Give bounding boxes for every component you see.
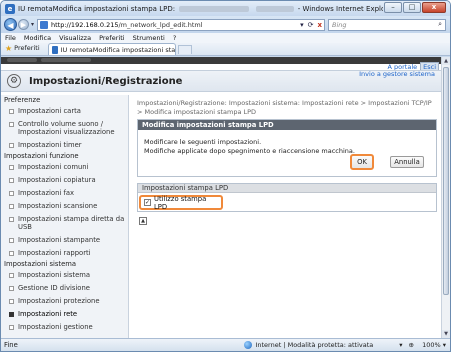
sidebar-item-impostazioni-stampante[interactable]: Impostazioni stampante: [1, 236, 128, 244]
sidebar-item-impostazioni-scansione[interactable]: Impostazioni scansione: [1, 202, 128, 210]
redacted-text: [7, 58, 37, 62]
maximize-button[interactable]: □: [403, 2, 421, 13]
page-icon: [40, 20, 49, 29]
back-to-top-icon[interactable]: ▲: [139, 217, 147, 225]
modify-panel-header: Modifica impostazioni stampa LPD: [138, 120, 436, 130]
modify-message-line2: Modifiche applicate dopo spegnimento e r…: [144, 147, 355, 155]
breadcrumb: Impostazioni/Registrazione: Impostazioni…: [137, 99, 432, 116]
browser-window: e IU remotaModifica impostazioni stampa …: [0, 0, 451, 352]
modify-message-line1: Modificare le seguenti impostazioni.: [144, 138, 262, 146]
favorites-label: Preferiti: [14, 44, 40, 52]
window-title-suffix: - Windows Internet Explorer: [297, 4, 383, 13]
sidebar-item-stampa-diretta-usb[interactable]: Impostazioni stampa diretta da USB: [1, 215, 128, 231]
page-content: A portale Esci ⚙ Impostazioni/Registrazi…: [1, 57, 441, 338]
menu-section-preferenze: Preferenze: [4, 96, 41, 104]
search-icon[interactable]: ⌕: [438, 20, 442, 29]
security-zone: Internet | Modalità protetta: attivata: [244, 341, 373, 349]
status-text: Fine: [4, 341, 18, 349]
sidebar-item-impostazioni-comuni[interactable]: Impostazioni comuni: [1, 163, 128, 171]
menu-preferiti[interactable]: Preferiti: [99, 34, 124, 42]
zoom-control[interactable]: ⊕ 100% ▾: [409, 341, 446, 349]
lpd-print-label: Utilizzo stampa LPD: [154, 194, 207, 211]
forward-button[interactable]: ▶: [18, 19, 29, 30]
star-icon: ★: [5, 43, 13, 53]
left-menu: Preferenze Impostazioni carta Controllo …: [1, 95, 129, 338]
lpd-settings-header: Impostazioni stampa LPD: [138, 184, 436, 193]
url-input[interactable]: http://192.168.0.215/m_network_lpd_edit.…: [37, 18, 325, 31]
menu-modifica[interactable]: Modifica: [24, 34, 51, 42]
favorites-button[interactable]: ★ Preferiti: [5, 42, 40, 54]
sidebar-item-controllo-volume[interactable]: Controllo volume suono / Impostazioni vi…: [1, 120, 128, 136]
lpd-print-checkbox[interactable]: ✓: [144, 199, 151, 206]
sidebar-item-impostazioni-sistema[interactable]: Impostazioni sistema: [1, 271, 128, 279]
modify-panel-message: Modificare le seguenti impostazioni. Mod…: [144, 138, 355, 156]
ie-icon: e: [5, 3, 15, 14]
sidebar-item-impostazioni-fax[interactable]: Impostazioni fax: [1, 189, 128, 197]
security-zone-text: Internet | Modalità protetta: attivata: [255, 341, 374, 349]
window-title-prefix: IU remotaModifica impostazioni stampa LP…: [18, 4, 176, 13]
url-dropdown-icon[interactable]: ▾: [300, 21, 304, 29]
title-bar: e IU remotaModifica impostazioni stampa …: [1, 1, 450, 16]
url-text: http://192.168.0.215/m_network_lpd_edit.…: [51, 20, 203, 29]
protected-mode-dropdown-icon[interactable]: ▾: [399, 341, 402, 349]
lpd-settings-panel: Impostazioni stampa LPD ✓ Utilizzo stamp…: [137, 183, 437, 212]
refresh-icon[interactable]: ⟳: [308, 21, 314, 29]
sidebar-item-impostazioni-gestione[interactable]: Impostazioni gestione: [1, 323, 128, 331]
sidebar-item-impostazioni-copiatura[interactable]: Impostazioni copiatura: [1, 176, 128, 184]
sidebar-item-impostazioni-carta[interactable]: Impostazioni carta: [1, 107, 128, 115]
sidebar-item-impostazioni-rapporti[interactable]: Impostazioni rapporti: [1, 249, 128, 257]
send-to-manager-link[interactable]: Invio a gestore sistema: [359, 70, 435, 78]
status-tools: ▾ ⊕ 100% ▾: [393, 341, 446, 349]
history-dropdown-icon[interactable]: ▾: [31, 21, 34, 28]
scroll-thumb[interactable]: [443, 67, 449, 295]
menu-strumenti[interactable]: Strumenti: [133, 34, 165, 42]
close-button[interactable]: x: [422, 2, 446, 13]
menu-section-impostazioni-sistema: Impostazioni sistema: [4, 260, 77, 268]
sidebar-item-impostazioni-rete[interactable]: Impostazioni rete: [1, 310, 128, 318]
address-bar: ◀ ▶ ▾ http://192.168.0.215/m_network_lpd…: [1, 16, 450, 33]
top-band: [1, 57, 441, 64]
scroll-down-icon[interactable]: ▼: [442, 330, 450, 338]
search-placeholder: Bing: [332, 20, 347, 29]
tab-page-icon: [51, 45, 58, 54]
globe-icon: [244, 341, 253, 349]
favorites-bar: ★ Preferiti IU remotaModifica impostazio…: [1, 43, 450, 56]
status-bar: Fine Internet | Modalità protetta: attiv…: [1, 338, 450, 351]
cancel-button[interactable]: Annulla: [390, 156, 424, 168]
browser-tab[interactable]: IU remotaModifica impostazioni stampa LP…: [47, 43, 176, 55]
new-tab-button[interactable]: [177, 45, 192, 54]
page-title: Impostazioni/Registrazione: [29, 75, 183, 87]
ok-button[interactable]: OK: [350, 154, 374, 170]
menu-file[interactable]: File: [5, 34, 16, 42]
menu-section-impostazioni-funzione: Impostazioni funzione: [4, 152, 79, 160]
redacted-text: [179, 5, 250, 12]
settings-gear-icon: ⚙: [7, 74, 21, 88]
zoom-level: 100%: [422, 341, 441, 349]
minimize-button[interactable]: –: [384, 2, 402, 13]
back-button[interactable]: ◀: [4, 18, 17, 31]
menu-help[interactable]: ?: [173, 34, 176, 42]
page-viewport: A portale Esci ⚙ Impostazioni/Registrazi…: [1, 57, 450, 338]
redacted-text: [255, 5, 294, 12]
lpd-print-option[interactable]: ✓ Utilizzo stampa LPD: [139, 194, 223, 211]
stop-icon[interactable]: x: [317, 21, 322, 29]
sidebar-item-impostazioni-timer[interactable]: Impostazioni timer: [1, 141, 128, 149]
sidebar-item-impostazioni-protezione[interactable]: Impostazioni protezione: [1, 297, 128, 305]
window-title: IU remotaModifica impostazioni stampa LP…: [18, 5, 383, 13]
scroll-up-icon[interactable]: ▲: [442, 57, 450, 65]
search-input[interactable]: Bing ⌕: [328, 18, 446, 31]
vertical-scrollbar[interactable]: ▲ ▼: [441, 57, 450, 338]
tab-label: IU remotaModifica impostazioni stampa LP…: [60, 45, 175, 54]
menu-bar: File Modifica Visualizza Preferiti Strum…: [1, 33, 450, 43]
redacted-text: [41, 58, 91, 62]
modify-lpd-panel: Modifica impostazioni stampa LPD Modific…: [137, 119, 437, 177]
menu-visualizza[interactable]: Visualizza: [59, 34, 91, 42]
sidebar-item-gestione-id-divisione[interactable]: Gestione ID divisione: [1, 284, 128, 292]
